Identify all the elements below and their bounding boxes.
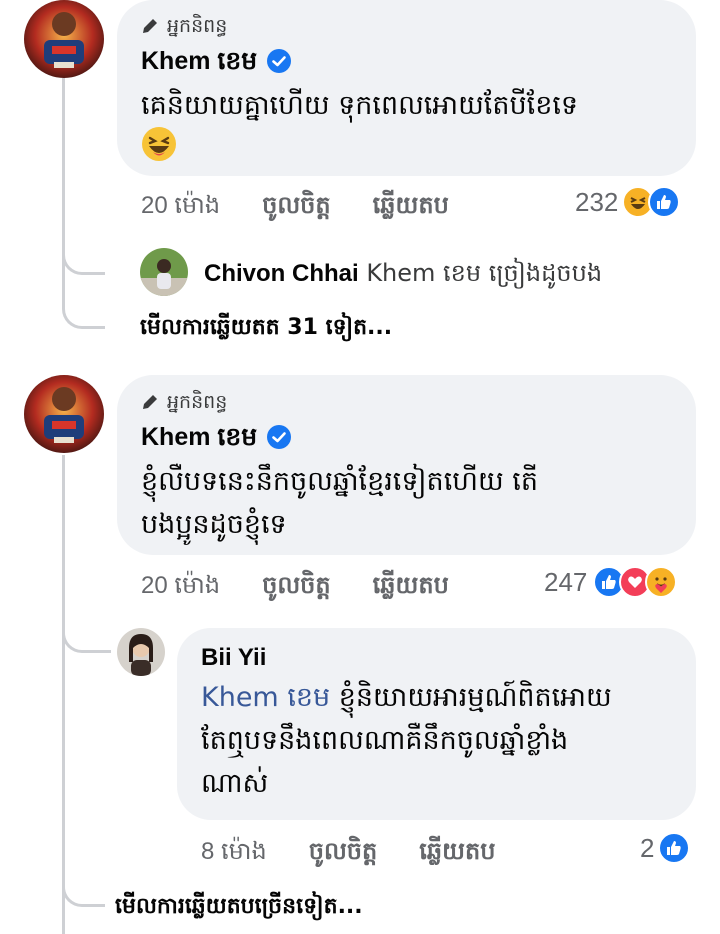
author-role: អ្នកនិពន្ធ bbox=[141, 390, 227, 418]
thread-branch bbox=[62, 872, 105, 907]
timestamp[interactable]: 20 ម៉ោង bbox=[141, 570, 220, 605]
reply-text: Khem ខេម ខ្ញុំនិយាយអារម្មណ៍ពិតអោយ តែឮបទន… bbox=[201, 676, 612, 805]
like-icon bbox=[648, 186, 681, 218]
comment-text: គេនិយាយគ្នាហើយ ទុកពេលអោយតែបីខែទេ bbox=[141, 90, 579, 121]
role-label: អ្នកនិពន្ធ bbox=[167, 15, 228, 37]
reply-avatar[interactable] bbox=[140, 248, 188, 296]
comment-actions: 20 ម៉ោង ចូលចិត្ត ឆ្លើយតប bbox=[141, 570, 449, 605]
pencil-icon bbox=[141, 393, 159, 416]
like-icon bbox=[658, 832, 691, 864]
like-button[interactable]: ចូលចិត្ត bbox=[309, 836, 378, 871]
verified-badge-icon bbox=[267, 48, 292, 80]
author-name[interactable]: Khem ខេម bbox=[141, 422, 257, 458]
thread-line bbox=[62, 455, 65, 885]
avatar[interactable] bbox=[24, 375, 104, 453]
verified-badge-icon bbox=[267, 424, 292, 456]
author-name[interactable]: Khem ខេម bbox=[141, 46, 257, 82]
reply-text-line: ណាស់ bbox=[201, 768, 269, 799]
reply-text-line: តែឮបទនឹងពេលណាគឺនឹកចូលឆ្នាំខ្លាំង bbox=[201, 725, 569, 756]
like-button[interactable]: ចូលចិត្ត bbox=[262, 190, 331, 225]
reaction-count: 247 bbox=[544, 566, 588, 597]
reply-actions: 8 ម៉ោង ចូលចិត្ត ឆ្លើយតប bbox=[201, 836, 495, 871]
reply-button[interactable]: ឆ្លើយតប bbox=[373, 190, 449, 225]
avatar[interactable] bbox=[24, 0, 104, 78]
reply-author[interactable]: Bii Yii bbox=[201, 644, 266, 672]
like-button[interactable]: ចូលចិត្ត bbox=[262, 570, 331, 605]
view-more-replies[interactable]: មើលការឆ្លើយតបច្រើនទៀត... bbox=[115, 892, 363, 924]
reply-button[interactable]: ឆ្លើយតប bbox=[373, 570, 449, 605]
reaction-summary[interactable]: 247 bbox=[544, 566, 678, 598]
view-more-replies[interactable]: មើលការឆ្លើយតត 31 ទៀត... bbox=[140, 313, 392, 345]
thread-branch bbox=[62, 236, 105, 275]
reaction-count: 232 bbox=[575, 186, 619, 217]
timestamp[interactable]: 20 ម៉ោង bbox=[141, 190, 220, 225]
thread-branch bbox=[62, 620, 111, 653]
reply-text-line: ខ្ញុំនិយាយអារម្មណ៍ពិតអោយ bbox=[338, 682, 612, 713]
comment-actions: 20 ម៉ោង ចូលចិត្ត ឆ្លើយតប bbox=[141, 190, 449, 225]
reply-preview[interactable]: Chivon Chhai Khem ខេម ច្រៀងដូចបង bbox=[204, 258, 602, 293]
thread-branch bbox=[62, 290, 105, 329]
pencil-icon bbox=[141, 17, 159, 40]
care-icon bbox=[645, 566, 678, 598]
reaction-count: 2 bbox=[640, 832, 655, 863]
comment-text-line: ខ្ញុំលឺបទនេះនឹកចូលឆ្នាំខ្មែរទៀតហើយ តើ bbox=[141, 466, 538, 497]
role-label: អ្នកនិពន្ធ bbox=[167, 391, 228, 413]
timestamp[interactable]: 8 ម៉ោង bbox=[201, 836, 267, 871]
comment-author[interactable]: Khem ខេម bbox=[141, 422, 292, 458]
author-role: អ្នកនិពន្ធ bbox=[141, 14, 227, 42]
reply-author[interactable]: Chivon Chhai bbox=[204, 260, 359, 287]
mention-link[interactable]: Khem ខេម bbox=[201, 682, 330, 713]
reaction-summary[interactable]: 232 bbox=[575, 186, 681, 218]
reply-text: Khem ខេម ច្រៀងដូចបង bbox=[366, 259, 603, 287]
laughing-emoji-icon bbox=[141, 126, 177, 162]
reaction-summary[interactable]: 2 bbox=[640, 832, 691, 864]
comment-text: ខ្ញុំលឺបទនេះនឹកចូលឆ្នាំខ្មែរទៀតហើយ តើ បង… bbox=[141, 460, 538, 546]
thread-line bbox=[62, 78, 65, 308]
comment-text-line: បងប្អូនដូចខ្ញុំទេ bbox=[141, 509, 287, 540]
reply-button[interactable]: ឆ្លើយតប bbox=[419, 836, 495, 871]
reply-avatar[interactable] bbox=[117, 628, 165, 676]
comment-author[interactable]: Khem ខេម bbox=[141, 46, 292, 82]
